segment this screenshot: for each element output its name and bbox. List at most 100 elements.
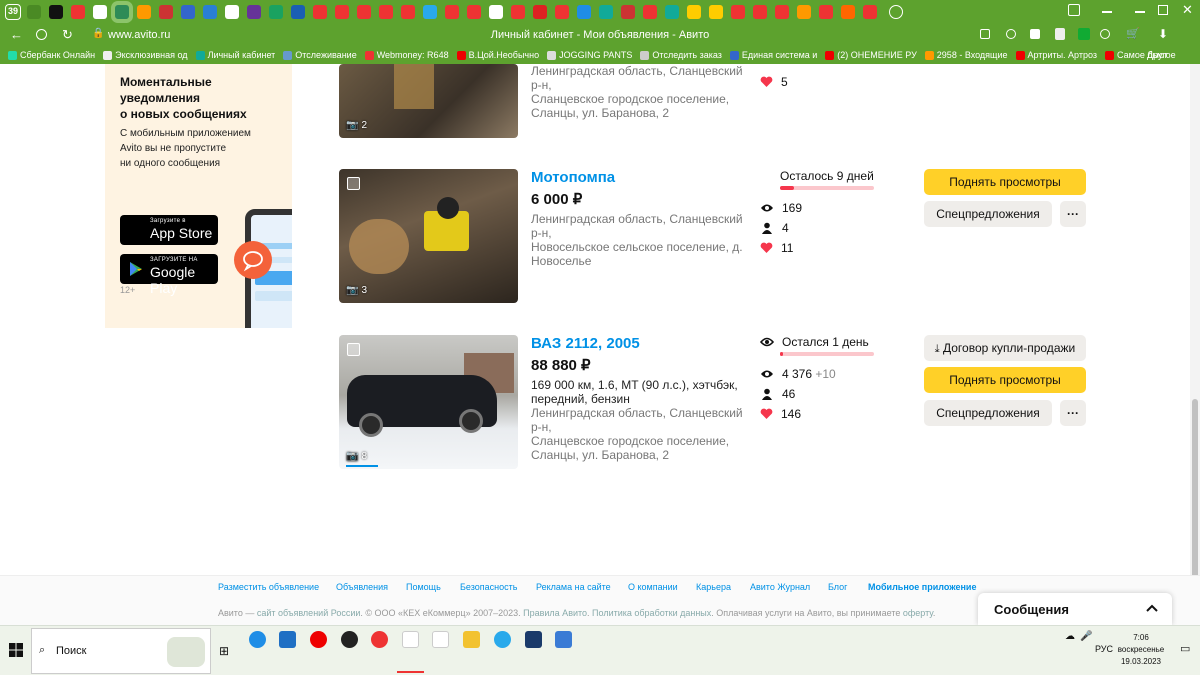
notepad-icon[interactable] xyxy=(432,631,449,648)
tab-icon[interactable] xyxy=(511,5,525,19)
home-icon[interactable] xyxy=(36,29,47,40)
bookmark-item[interactable]: В.Цой.Необычно xyxy=(456,50,539,60)
footer-link[interactable]: Объявления xyxy=(336,582,388,592)
tab-icon[interactable] xyxy=(643,5,657,19)
new-tab-icon[interactable] xyxy=(889,5,903,19)
active-tab-icon[interactable] xyxy=(115,5,129,19)
tab-icon[interactable] xyxy=(269,5,283,19)
footer-link[interactable]: Авито Журнал xyxy=(750,582,810,592)
back-icon[interactable]: ← xyxy=(10,27,23,42)
footer-link[interactable]: Реклама на сайте xyxy=(536,582,611,592)
tab-icon[interactable] xyxy=(841,5,855,19)
more-options-button[interactable]: ··· xyxy=(1060,201,1086,227)
tab-icon[interactable] xyxy=(577,5,591,19)
bookmark-item[interactable]: Артриты. Артроз xyxy=(1015,50,1097,60)
listing-title[interactable]: ВАЗ 2112, 2005 xyxy=(531,335,640,352)
footer-link[interactable]: оферту xyxy=(903,608,933,618)
listing-photo[interactable]: 📷 8 xyxy=(339,335,518,469)
tab-icon[interactable] xyxy=(555,5,569,19)
tab-icon[interactable] xyxy=(137,5,151,19)
tab-icon[interactable] xyxy=(159,5,173,19)
more-options-button[interactable]: ··· xyxy=(1060,400,1086,426)
opera-icon[interactable] xyxy=(310,631,327,648)
scrollbar-thumb[interactable] xyxy=(1192,399,1198,579)
footer-link-mobile-app[interactable]: Мобильное приложение xyxy=(868,582,976,592)
tab-icon[interactable] xyxy=(599,5,613,19)
url-text[interactable]: www.avito.ru xyxy=(108,29,170,41)
close-icon[interactable]: ✕ xyxy=(1182,2,1193,18)
promote-button[interactable]: Поднять просмотры xyxy=(924,367,1086,393)
chevron-up-icon[interactable] xyxy=(1146,604,1158,612)
googleplay-button[interactable]: ЗАГРУЗИТЕ НА Google Play xyxy=(120,254,218,296)
tab-icon[interactable] xyxy=(445,5,459,19)
bookmark-item[interactable]: Сбербанк Онлайн xyxy=(8,50,95,60)
reload-icon[interactable]: ↻ xyxy=(62,27,73,43)
yandex-browser-icon[interactable] xyxy=(402,631,419,648)
tab-icon[interactable] xyxy=(401,5,415,19)
app-icon[interactable] xyxy=(341,631,358,648)
reader-icon[interactable] xyxy=(1006,29,1016,39)
tab-icon[interactable] xyxy=(621,5,635,19)
minimize-icon[interactable] xyxy=(1135,11,1145,13)
notifications-icon[interactable]: ▭ xyxy=(1180,642,1190,655)
tab-icon[interactable] xyxy=(731,5,745,19)
photos-icon[interactable] xyxy=(555,631,572,648)
tab-icon[interactable] xyxy=(49,5,63,19)
footer-link[interactable]: сайт объявлений России xyxy=(257,608,361,618)
edge-icon[interactable] xyxy=(249,631,266,648)
tab-icon[interactable] xyxy=(753,5,767,19)
footer-link[interactable]: Разместить объявление xyxy=(218,582,319,592)
yandex-icon[interactable] xyxy=(371,631,388,648)
input-language[interactable]: РУС xyxy=(1095,644,1113,654)
microphone-icon[interactable]: 🎤 xyxy=(1080,631,1092,642)
footer-link[interactable]: Безопасность xyxy=(460,582,517,592)
bookmark-star-icon[interactable] xyxy=(1030,29,1040,39)
bookmark-item[interactable]: JOGGING PANTS xyxy=(547,50,632,60)
bookmark-item[interactable]: Отследить заказ xyxy=(640,50,722,60)
tab-icon[interactable] xyxy=(379,5,393,19)
bookmark-icon[interactable] xyxy=(1068,4,1080,16)
bookmarks-more[interactable]: Другое xyxy=(1147,50,1176,60)
bookmark-item[interactable]: (2) ОНЕМЕНИЕ РУ xyxy=(825,50,917,60)
bookmark-item[interactable]: Эксклюзивная од xyxy=(103,50,188,60)
tab-icon[interactable] xyxy=(203,5,217,19)
tab-icon[interactable] xyxy=(489,5,503,19)
app-icon[interactable] xyxy=(525,631,542,648)
cart-icon[interactable]: 🛒 xyxy=(1126,27,1140,40)
telegram-icon[interactable] xyxy=(494,631,511,648)
task-view-icon[interactable]: ⊞ xyxy=(219,644,229,658)
messages-panel[interactable]: Сообщения xyxy=(978,593,1172,625)
translate-icon[interactable] xyxy=(980,29,990,39)
clock[interactable]: 7:06 воскресенье 19.03.2023 xyxy=(1116,632,1166,668)
footer-link[interactable]: Блог xyxy=(828,582,847,592)
tab-icon[interactable] xyxy=(247,5,261,19)
tab-icon[interactable] xyxy=(93,5,107,19)
listing-checkbox[interactable] xyxy=(347,343,360,356)
mail-icon[interactable] xyxy=(279,631,296,648)
tab-icon[interactable] xyxy=(775,5,789,19)
tab-icon[interactable] xyxy=(423,5,437,19)
extension-icon[interactable] xyxy=(1055,28,1065,40)
tab-icon[interactable] xyxy=(291,5,305,19)
tab-icon[interactable] xyxy=(467,5,481,19)
tab-icon[interactable] xyxy=(225,5,239,19)
tab-count-badge[interactable]: 39 xyxy=(5,4,21,20)
footer-link[interactable]: Правила Авито xyxy=(523,608,587,618)
tab-icon[interactable] xyxy=(335,5,349,19)
tab-icon[interactable] xyxy=(709,5,723,19)
special-offers-button[interactable]: Спецпредложения xyxy=(924,400,1052,426)
footer-link[interactable]: О компании xyxy=(628,582,678,592)
tab-icon[interactable] xyxy=(797,5,811,19)
share-icon[interactable] xyxy=(1100,29,1110,39)
tab-icon[interactable] xyxy=(687,5,701,19)
listing-checkbox[interactable] xyxy=(347,177,360,190)
bookmark-item[interactable]: Отслеживание xyxy=(283,50,357,60)
explorer-icon[interactable] xyxy=(463,631,480,648)
taskbar-search[interactable]: ⌕ Поиск xyxy=(31,628,211,674)
maximize-icon[interactable] xyxy=(1158,5,1168,15)
appstore-button[interactable]: Загрузите в App Store xyxy=(120,215,218,245)
listing-title[interactable]: Мотопомпа xyxy=(531,169,615,186)
page-scrollbar[interactable] xyxy=(1190,64,1200,579)
bookmark-item[interactable]: Единая система и xyxy=(729,50,817,60)
tab-icon[interactable] xyxy=(665,5,679,19)
